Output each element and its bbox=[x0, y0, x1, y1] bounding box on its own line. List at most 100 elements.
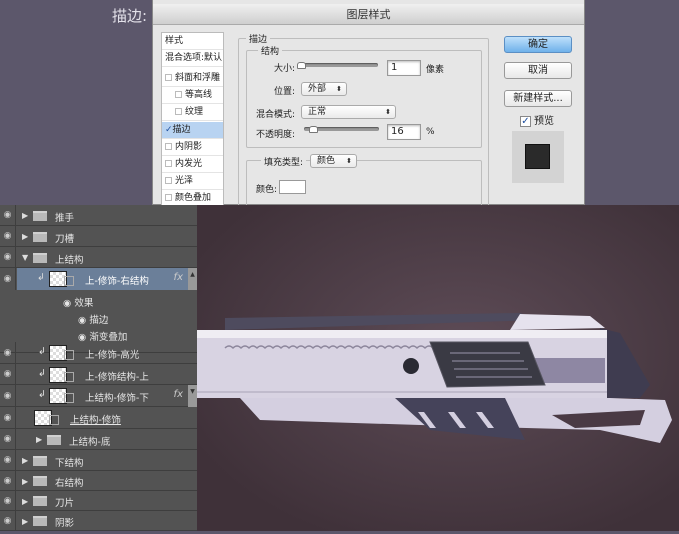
scroll-up-icon[interactable]: ▲ bbox=[188, 268, 197, 290]
style-item-inner-glow[interactable]: 内发光 bbox=[162, 156, 223, 173]
layer-row[interactable]: ◉ ▶ 阴影 bbox=[0, 511, 197, 531]
opacity-input[interactable]: 16 bbox=[387, 124, 421, 140]
blend-options-item[interactable]: 混合选项:默认 bbox=[162, 50, 223, 67]
eye-icon[interactable]: ◉ bbox=[0, 205, 16, 225]
select-arrows-icon: ⬍ bbox=[336, 85, 342, 93]
style-list: 样式 混合选项:默认 斜面和浮雕 等高线 纹理 ✓描边 内阴影 内发光 光泽 颜… bbox=[161, 32, 224, 207]
size-label: 大小: bbox=[273, 64, 295, 74]
size-input[interactable]: 1 bbox=[387, 60, 421, 76]
knife-screw bbox=[403, 358, 419, 374]
layer-name: 上-修饰-右结构 bbox=[85, 276, 149, 287]
eye-icon[interactable]: ◉ bbox=[0, 247, 16, 267]
style-list-header[interactable]: 样式 bbox=[162, 33, 223, 50]
style-item-label: 光泽 bbox=[175, 176, 194, 186]
style-item-contour[interactable]: 等高线 bbox=[162, 87, 223, 104]
expand-triangle-icon[interactable]: ▶ bbox=[22, 477, 28, 486]
size-slider-thumb[interactable] bbox=[297, 62, 306, 69]
eye-icon[interactable]: ◉ bbox=[0, 342, 16, 363]
structure-group-title: 结构 bbox=[258, 44, 283, 57]
size-slider[interactable] bbox=[298, 63, 378, 67]
color-label: 颜色: bbox=[256, 185, 278, 195]
layer-row-selected[interactable]: ↲ 上-修饰-右结构 fx ▲ bbox=[17, 268, 197, 290]
collapse-triangle-icon[interactable]: ▼ bbox=[22, 253, 28, 262]
layer-row[interactable]: ◉ ↲ 上-修饰-高光 bbox=[0, 342, 197, 364]
fill-type-select[interactable]: 颜色 ⬍ bbox=[310, 154, 357, 168]
checkbox[interactable] bbox=[165, 143, 172, 150]
preview-checkbox[interactable]: ✓ 预览 bbox=[520, 112, 554, 127]
layer-style-dialog: 图层样式 样式 混合选项:默认 斜面和浮雕 等高线 纹理 ✓描边 内阴影 内发光… bbox=[152, 0, 585, 220]
expand-triangle-icon[interactable]: ▶ bbox=[22, 211, 28, 220]
layer-name: 刀片 bbox=[55, 498, 75, 509]
effect-row-stroke[interactable]: ◉ 描边 bbox=[78, 312, 108, 326]
open-folder-icon bbox=[33, 253, 47, 263]
layer-name: 刀槽 bbox=[55, 234, 75, 245]
style-item-label: 斜面和浮雕 bbox=[175, 73, 221, 83]
color-swatch[interactable] bbox=[279, 180, 306, 194]
position-select[interactable]: 外部 ⬍ bbox=[301, 82, 347, 96]
folder-icon bbox=[33, 456, 47, 466]
effects-row[interactable]: ◉ 效果 bbox=[63, 295, 93, 309]
document-canvas[interactable] bbox=[197, 205, 679, 531]
eye-icon[interactable]: ◉ bbox=[0, 407, 16, 428]
layer-row[interactable]: ◉ ▼ 上结构 bbox=[0, 247, 197, 268]
eye-icon[interactable]: ◉ bbox=[0, 364, 16, 384]
eye-icon[interactable]: ◉ bbox=[0, 268, 16, 290]
layer-row[interactable]: ◉ 上结构-修饰 bbox=[0, 407, 197, 429]
eye-icon[interactable]: ◉ bbox=[0, 226, 16, 246]
layer-row[interactable]: ◉ ▶ 上结构-底 bbox=[0, 429, 197, 450]
fx-icon[interactable]: fx bbox=[174, 272, 183, 283]
layer-row[interactable]: ◉ ▶ 右结构 bbox=[0, 471, 197, 491]
eye-icon[interactable]: ◉ bbox=[78, 315, 89, 326]
scroll-down-icon[interactable]: ▼ bbox=[188, 385, 197, 407]
style-item-bevel[interactable]: 斜面和浮雕 bbox=[162, 70, 223, 87]
style-item-label: 内阴影 bbox=[175, 142, 203, 152]
checkbox[interactable] bbox=[165, 177, 172, 184]
style-item-label: 内发光 bbox=[175, 159, 203, 169]
blend-mode-label: 混合模式: bbox=[255, 110, 295, 120]
size-unit: 像素 bbox=[426, 65, 445, 75]
cancel-button[interactable]: 取消 bbox=[504, 62, 572, 79]
mask-icon bbox=[49, 415, 59, 425]
utility-knife-artwork bbox=[197, 313, 672, 443]
checkbox[interactable] bbox=[165, 160, 172, 167]
eye-icon[interactable]: ◉ bbox=[0, 385, 16, 406]
eye-icon[interactable]: ◉ bbox=[0, 471, 16, 490]
folder-icon bbox=[33, 516, 47, 526]
style-item-satin[interactable]: 光泽 bbox=[162, 173, 223, 190]
layer-row[interactable]: ◉ ↲ 上-修饰结构-上 bbox=[0, 364, 197, 385]
layer-row[interactable]: ◉ ▶ 下结构 bbox=[0, 450, 197, 471]
expand-triangle-icon[interactable]: ▶ bbox=[22, 232, 28, 241]
layer-row[interactable]: ◉ ↲ 上结构-修饰-下 fx ▼ bbox=[0, 385, 197, 407]
eye-icon[interactable]: ◉ bbox=[0, 491, 16, 510]
style-item-inner-shadow[interactable]: 内阴影 bbox=[162, 139, 223, 156]
style-item-stroke[interactable]: ✓描边 bbox=[162, 122, 223, 139]
blend-mode-value: 正常 bbox=[308, 107, 327, 117]
opacity-slider-thumb[interactable] bbox=[309, 126, 318, 133]
layer-name: 下结构 bbox=[55, 458, 84, 469]
expand-triangle-icon[interactable]: ▶ bbox=[36, 435, 42, 444]
layer-row[interactable]: ◉ ▶ 刀槽 bbox=[0, 226, 197, 247]
eye-icon[interactable]: ◉ bbox=[0, 511, 16, 530]
checkbox[interactable] bbox=[165, 194, 172, 201]
expand-triangle-icon[interactable]: ▶ bbox=[22, 517, 28, 526]
eye-icon[interactable]: ◉ bbox=[63, 298, 74, 309]
layer-row[interactable]: ◉ ▶ 刀片 bbox=[0, 491, 197, 511]
effect-row-gradient[interactable]: ◉ 渐变叠加 bbox=[78, 329, 127, 343]
layer-name: 上结构-修饰 bbox=[70, 415, 121, 426]
checkbox[interactable] bbox=[175, 91, 182, 98]
layer-name: 上结构 bbox=[55, 255, 84, 266]
checkbox[interactable] bbox=[175, 108, 182, 115]
blend-mode-select[interactable]: 正常 ⬍ bbox=[301, 105, 396, 119]
eye-icon[interactable]: ◉ bbox=[0, 429, 16, 449]
expand-triangle-icon[interactable]: ▶ bbox=[22, 497, 28, 506]
layer-name: 上结构-底 bbox=[69, 437, 111, 448]
style-item-texture[interactable]: 纹理 bbox=[162, 104, 223, 121]
new-style-button[interactable]: 新建样式... bbox=[504, 90, 572, 107]
expand-triangle-icon[interactable]: ▶ bbox=[22, 456, 28, 465]
layer-row[interactable]: ◉ ▶ 推手 bbox=[0, 205, 197, 226]
fx-icon[interactable]: fx bbox=[174, 389, 183, 400]
eye-icon[interactable]: ◉ bbox=[0, 450, 16, 470]
checkbox[interactable] bbox=[165, 74, 172, 81]
checkmark-icon[interactable]: ✓ bbox=[165, 125, 173, 135]
ok-button[interactable]: 确定 bbox=[504, 36, 572, 53]
